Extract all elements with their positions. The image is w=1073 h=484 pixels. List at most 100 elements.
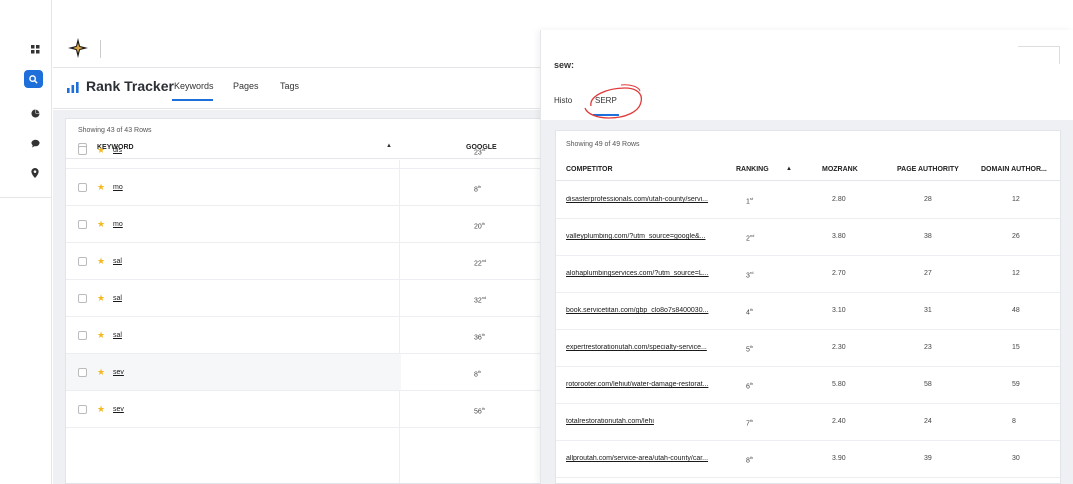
ranking-value: 5th bbox=[746, 344, 753, 353]
table-row[interactable]: ★ mo 8th bbox=[66, 169, 540, 206]
keyword-link[interactable]: sev bbox=[113, 406, 124, 413]
keyword-link[interactable]: sal bbox=[113, 258, 122, 265]
rank-suffix: rd bbox=[749, 270, 754, 275]
panel-close-area[interactable] bbox=[1018, 46, 1060, 64]
rank-suffix: nd bbox=[481, 295, 487, 300]
competitor-link[interactable]: valleyplumbing.com/?utm_source=google&..… bbox=[566, 233, 732, 240]
mozrank-value: 2.80 bbox=[832, 196, 846, 203]
rank-value: 20 bbox=[474, 223, 482, 231]
mozrank-value: 2.30 bbox=[832, 344, 846, 351]
location-pin-icon[interactable] bbox=[22, 162, 48, 184]
rank-suffix: th bbox=[749, 455, 754, 460]
column-mozrank[interactable]: MOZRANK bbox=[822, 166, 858, 173]
domain-authority-value: 26 bbox=[1012, 233, 1020, 240]
table-row[interactable]: valleyplumbing.com/?utm_source=google&..… bbox=[556, 219, 1060, 256]
row-checkbox[interactable] bbox=[78, 183, 87, 192]
ranking-value: 3rd bbox=[746, 270, 753, 279]
page-authority-value: 28 bbox=[924, 196, 932, 203]
table-row[interactable]: disasterprofessionals.com/utah-county/se… bbox=[556, 182, 1060, 219]
row-checkbox[interactable] bbox=[78, 220, 87, 229]
column-page-authority[interactable]: PAGE AUTHORITY bbox=[897, 166, 959, 173]
ranking-value: 2nd bbox=[746, 233, 754, 242]
star-icon[interactable]: ★ bbox=[97, 367, 105, 378]
competitor-link[interactable]: expertrestorationutah.com/specialty-serv… bbox=[566, 344, 732, 351]
table-row[interactable]: totalrestorationutah.com/lehi 7th 2.40 24 8 bbox=[556, 404, 1060, 441]
table-row[interactable]: ★ sal 36th bbox=[66, 317, 540, 354]
table-row[interactable]: book.servicetitan.com/gbp_clo8o7s8400030… bbox=[556, 293, 1060, 330]
column-domain-authority[interactable]: DOMAIN AUTHOR... bbox=[981, 166, 1047, 173]
competitor-link[interactable]: allproutah.com/service-area/utah-county/… bbox=[566, 455, 732, 462]
table-row[interactable]: ★ sal 22nd bbox=[66, 243, 540, 280]
row-checkbox[interactable] bbox=[78, 368, 87, 377]
table-row[interactable]: ★ dis 23rd bbox=[66, 132, 540, 169]
table-row[interactable]: allproutah.com/service-area/utah-county/… bbox=[556, 441, 1060, 478]
row-checkbox[interactable] bbox=[78, 294, 87, 303]
competitor-link[interactable]: totalrestorationutah.com/lehi bbox=[566, 418, 732, 425]
star-icon[interactable]: ★ bbox=[97, 182, 105, 193]
rank-value: 23 bbox=[474, 149, 482, 157]
table-row[interactable]: ★ sal 32nd bbox=[66, 280, 540, 317]
rank-suffix: th bbox=[749, 381, 754, 386]
mozrank-value: 3.80 bbox=[832, 233, 846, 240]
competitor-link[interactable]: disasterprofessionals.com/utah-county/se… bbox=[566, 196, 732, 203]
row-checkbox[interactable] bbox=[78, 405, 87, 414]
row-count: Showing 49 of 49 Rows bbox=[566, 141, 640, 148]
page-title: Rank Tracker bbox=[86, 78, 174, 94]
competitor-link[interactable]: alohaplumbingservices.com/?utm_source=L.… bbox=[566, 270, 732, 277]
table-row[interactable]: ★ mo 20th bbox=[66, 206, 540, 243]
row-checkbox[interactable] bbox=[78, 257, 87, 266]
chat-icon[interactable] bbox=[22, 132, 48, 154]
page-authority-value: 24 bbox=[924, 418, 932, 425]
domain-authority-value: 30 bbox=[1012, 455, 1020, 462]
star-icon[interactable]: ★ bbox=[97, 219, 105, 230]
red-annotation-circle bbox=[584, 84, 643, 119]
domain-authority-value: 12 bbox=[1012, 270, 1020, 277]
table-row[interactable]: rotorooter.com/lehiut/water-damage-resto… bbox=[556, 367, 1060, 404]
rail-divider bbox=[0, 197, 52, 198]
domain-authority-value: 12 bbox=[1012, 196, 1020, 203]
app-root: Rank Tracker Keywords Pages Tags Showing… bbox=[0, 0, 1073, 484]
top-bar bbox=[53, 30, 540, 68]
row-checkbox[interactable] bbox=[78, 146, 87, 155]
column-competitor[interactable]: COMPETITOR bbox=[566, 166, 613, 173]
competitor-link[interactable]: book.servicetitan.com/gbp_clo8o7s8400030… bbox=[566, 307, 732, 314]
page-authority-value: 31 bbox=[924, 307, 932, 314]
rank-suffix: th bbox=[477, 369, 482, 374]
table-row[interactable]: ★ sev 56th bbox=[66, 391, 540, 428]
table-row[interactable]: expertrestorationutah.com/specialty-serv… bbox=[556, 330, 1060, 367]
serp-table: Showing 49 of 49 Rows COMPETITOR RANKING… bbox=[555, 130, 1061, 484]
competitor-link[interactable]: rotorooter.com/lehiut/water-damage-resto… bbox=[566, 381, 732, 388]
tab-tags[interactable]: Tags bbox=[280, 81, 299, 91]
star-icon[interactable]: ★ bbox=[97, 330, 105, 341]
rank-suffix: th bbox=[749, 307, 754, 312]
keyword-link[interactable]: sev bbox=[113, 369, 124, 376]
keyword-link[interactable]: dis bbox=[113, 147, 122, 154]
brand-logo-icon[interactable] bbox=[67, 37, 89, 64]
star-icon[interactable]: ★ bbox=[97, 404, 105, 415]
sort-asc-icon[interactable]: ▲ bbox=[786, 166, 792, 172]
tab-history[interactable]: Histo bbox=[554, 96, 572, 105]
star-icon[interactable]: ★ bbox=[97, 293, 105, 304]
keyword-link[interactable]: sal bbox=[113, 332, 122, 339]
rank-suffix: th bbox=[749, 344, 754, 349]
mozrank-value: 3.90 bbox=[832, 455, 846, 462]
keyword-link[interactable]: mo bbox=[113, 184, 123, 191]
rank-value: 32 bbox=[474, 297, 482, 305]
table-row[interactable]: alohaplumbingservices.com/?utm_source=L.… bbox=[556, 256, 1060, 293]
tab-pages[interactable]: Pages bbox=[233, 81, 259, 91]
keyword-link[interactable]: mo bbox=[113, 221, 123, 228]
row-checkbox[interactable] bbox=[78, 331, 87, 340]
star-icon[interactable]: ★ bbox=[97, 256, 105, 267]
pie-chart-icon[interactable] bbox=[22, 102, 48, 124]
table-row[interactable]: ★ sev 8th bbox=[66, 354, 540, 391]
column-ranking[interactable]: RANKING bbox=[736, 166, 769, 173]
bar-chart-icon bbox=[67, 80, 79, 98]
keyword-link[interactable]: sal bbox=[113, 295, 122, 302]
ranking-value: 1st bbox=[746, 196, 753, 205]
apps-grid-icon[interactable] bbox=[22, 38, 48, 60]
tab-keywords[interactable]: Keywords bbox=[174, 81, 214, 91]
keywords-table: Showing 43 of 43 Rows KEYWORD ▲ GOOGLE ★… bbox=[65, 118, 540, 484]
search-icon[interactable] bbox=[24, 70, 43, 88]
rank-suffix: th bbox=[477, 184, 482, 189]
star-icon[interactable]: ★ bbox=[97, 145, 105, 156]
